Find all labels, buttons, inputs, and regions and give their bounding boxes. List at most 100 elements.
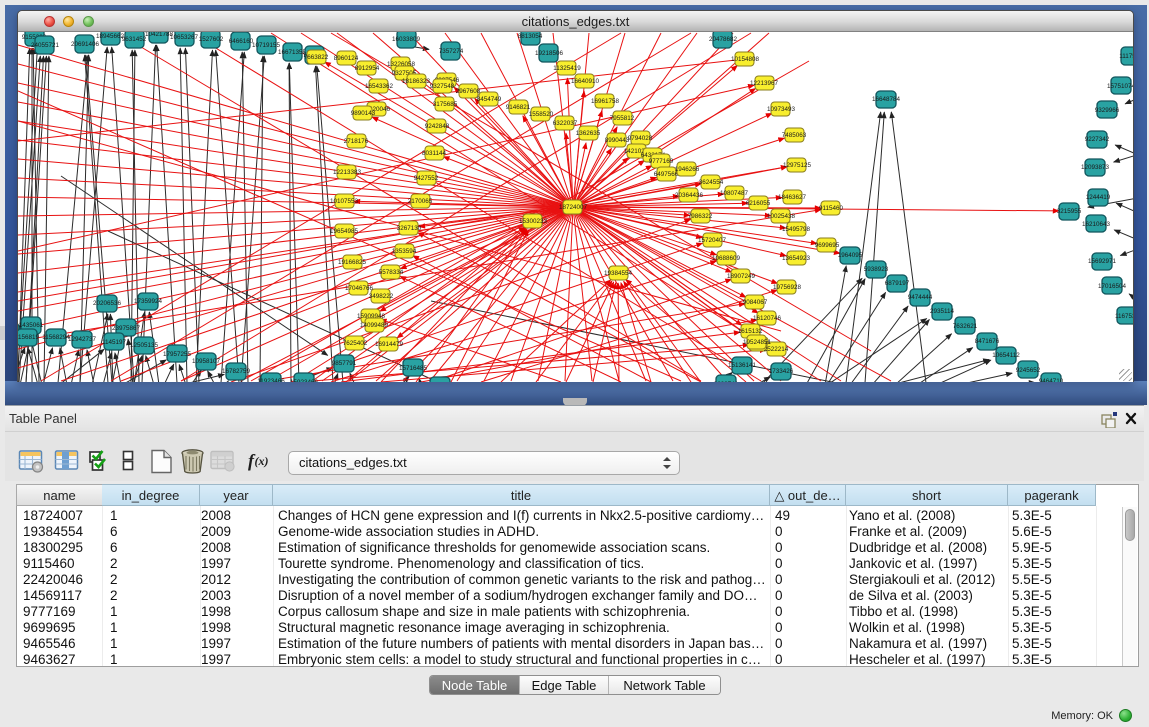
svg-text:1558520: 1558520 bbox=[529, 111, 554, 118]
svg-text:8960124: 8960124 bbox=[334, 55, 359, 62]
svg-text:18463627: 18463627 bbox=[778, 194, 807, 201]
svg-text:1145197: 1145197 bbox=[102, 339, 127, 346]
svg-text:9245652: 9245652 bbox=[1016, 367, 1041, 374]
svg-text:6216055: 6216055 bbox=[746, 200, 771, 207]
svg-text:6466160: 6466160 bbox=[229, 38, 254, 45]
svg-text:16543362: 16543362 bbox=[365, 83, 394, 90]
svg-text:3267130: 3267130 bbox=[397, 225, 422, 232]
svg-text:15923466: 15923466 bbox=[290, 379, 319, 382]
svg-text:8031144: 8031144 bbox=[422, 150, 447, 157]
svg-text:9227342: 9227342 bbox=[1085, 136, 1110, 143]
svg-text:1733426: 1733426 bbox=[769, 368, 794, 375]
svg-text:10958107: 10958107 bbox=[192, 358, 221, 365]
svg-text:3215955: 3215955 bbox=[1057, 208, 1082, 215]
svg-text:12213383: 12213383 bbox=[333, 169, 362, 176]
svg-text:10688609: 10688609 bbox=[712, 255, 741, 262]
svg-text:2718176: 2718176 bbox=[344, 138, 369, 145]
svg-text:18945662: 18945662 bbox=[96, 33, 125, 40]
svg-text:10654112: 10654112 bbox=[992, 352, 1020, 359]
svg-text:9329966: 9329966 bbox=[1095, 107, 1120, 114]
svg-text:8454749: 8454749 bbox=[477, 96, 502, 103]
svg-text:7357274: 7357274 bbox=[439, 48, 464, 55]
svg-text:9631452: 9631452 bbox=[122, 36, 147, 43]
svg-text:5938923: 5938923 bbox=[864, 266, 889, 273]
svg-text:1615132: 1615132 bbox=[738, 328, 763, 335]
svg-text:9115460: 9115460 bbox=[819, 205, 844, 212]
svg-text:19384554: 19384554 bbox=[604, 270, 633, 277]
svg-text:20691406: 20691406 bbox=[71, 41, 100, 48]
svg-text:16648784: 16648784 bbox=[872, 96, 901, 103]
svg-text:9084067: 9084067 bbox=[743, 299, 768, 306]
svg-text:8813054: 8813054 bbox=[518, 33, 543, 40]
svg-text:10807487: 10807487 bbox=[720, 190, 749, 197]
svg-text:18907249: 18907249 bbox=[727, 273, 756, 280]
svg-text:1117533: 1117533 bbox=[1119, 53, 1133, 60]
svg-text:3498222: 3498222 bbox=[369, 293, 394, 300]
svg-text:15751074: 15751074 bbox=[1107, 83, 1133, 90]
svg-text:15136141: 15136141 bbox=[728, 362, 757, 369]
svg-text:19654985: 19654985 bbox=[330, 228, 359, 235]
svg-text:12093873: 12093873 bbox=[1081, 164, 1110, 171]
svg-text:17046766: 17046766 bbox=[345, 285, 374, 292]
svg-text:16782759: 16782759 bbox=[222, 368, 251, 375]
svg-text:2967608: 2967608 bbox=[456, 88, 481, 95]
svg-text:9327548: 9327548 bbox=[430, 83, 455, 90]
svg-text:6322037: 6322037 bbox=[553, 120, 578, 127]
svg-text:15720407: 15720407 bbox=[698, 237, 727, 244]
svg-text:9890143: 9890143 bbox=[351, 110, 376, 117]
svg-text:17359924: 17359924 bbox=[134, 298, 163, 305]
svg-text:15300233: 15300233 bbox=[519, 218, 548, 225]
svg-text:11325419: 11325419 bbox=[553, 65, 581, 72]
svg-text:1946266: 1946266 bbox=[675, 166, 700, 173]
svg-text:9464710: 9464710 bbox=[1039, 378, 1064, 382]
svg-text:7955812: 7955812 bbox=[610, 115, 635, 122]
svg-text:10025438: 10025438 bbox=[767, 213, 796, 220]
svg-text:8990443: 8990443 bbox=[605, 137, 630, 144]
svg-text:17957255: 17957255 bbox=[163, 351, 192, 358]
svg-text:13654923: 13654923 bbox=[782, 255, 811, 262]
svg-text:19166825: 19166825 bbox=[338, 259, 367, 266]
svg-text:10107553: 10107553 bbox=[330, 198, 359, 205]
svg-text:19218506: 19218506 bbox=[535, 50, 564, 57]
svg-text:7663822: 7663822 bbox=[304, 54, 329, 61]
svg-text:20364436: 20364436 bbox=[675, 192, 704, 199]
svg-text:11923466: 11923466 bbox=[257, 378, 285, 382]
svg-text:9242848: 9242848 bbox=[425, 123, 450, 130]
svg-text:16033809: 16033809 bbox=[392, 36, 421, 43]
svg-text:12505135: 12505135 bbox=[130, 342, 159, 349]
svg-text:10154808: 10154808 bbox=[731, 56, 760, 63]
svg-text:23975867: 23975867 bbox=[112, 325, 141, 332]
svg-text:9474444: 9474444 bbox=[908, 294, 933, 301]
svg-text:9794028: 9794028 bbox=[628, 135, 653, 142]
svg-text:18724007: 18724007 bbox=[559, 204, 588, 211]
svg-text:15495798: 15495798 bbox=[782, 226, 811, 233]
svg-text:19524851: 19524851 bbox=[743, 339, 772, 346]
svg-text:8471676: 8471676 bbox=[975, 338, 1000, 345]
svg-text:17016504: 17016504 bbox=[1098, 283, 1127, 290]
svg-text:1362635: 1362635 bbox=[576, 130, 601, 137]
svg-text:2935114: 2935114 bbox=[930, 308, 955, 315]
svg-text:2170065: 2170065 bbox=[408, 198, 433, 205]
svg-text:1156819: 1156819 bbox=[18, 334, 40, 341]
svg-text:9777169: 9777169 bbox=[649, 158, 674, 165]
svg-text:(x): (x) bbox=[255, 454, 269, 468]
svg-text:7632621: 7632621 bbox=[953, 323, 978, 330]
svg-text:1353594: 1353594 bbox=[392, 248, 417, 255]
svg-text:2522214: 2522214 bbox=[764, 346, 789, 353]
svg-text:16914479: 16914479 bbox=[375, 341, 404, 348]
svg-text:10719155: 10719155 bbox=[252, 42, 281, 49]
svg-text:10653267: 10653267 bbox=[170, 34, 199, 41]
svg-text:12942737: 12942737 bbox=[68, 336, 97, 343]
svg-text:20478682: 20478682 bbox=[709, 36, 738, 43]
svg-text:9857791: 9857791 bbox=[332, 360, 357, 367]
svg-text:1527602: 1527602 bbox=[199, 36, 224, 43]
svg-text:9427552: 9427552 bbox=[414, 175, 439, 182]
svg-text:18186323: 18186323 bbox=[402, 78, 431, 85]
svg-text:12975125: 12975125 bbox=[783, 162, 812, 169]
svg-text:7986322: 7986322 bbox=[688, 213, 713, 220]
svg-text:6879197: 6879197 bbox=[885, 280, 910, 287]
svg-text:16210643: 16210643 bbox=[1082, 221, 1111, 228]
svg-text:19756928: 19756928 bbox=[773, 284, 802, 291]
svg-text:15692971: 15692971 bbox=[1088, 258, 1117, 265]
svg-text:5578334: 5578334 bbox=[379, 269, 404, 276]
